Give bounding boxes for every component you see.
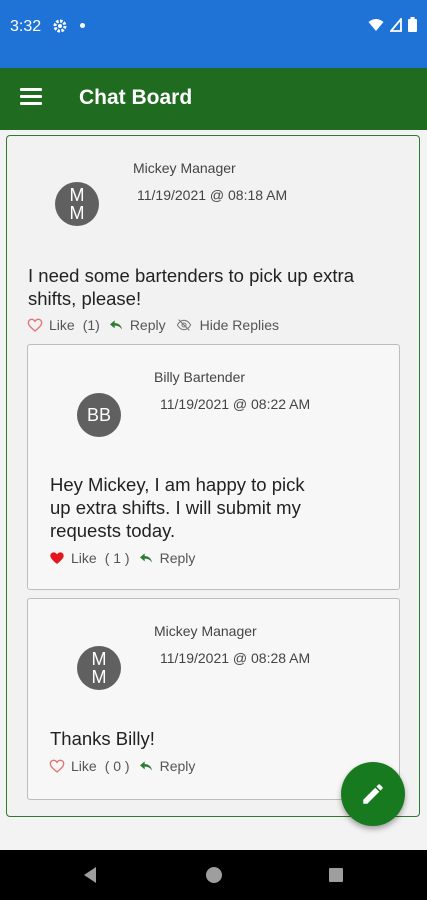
recents-square-icon bbox=[329, 868, 343, 882]
post-card: M M Mickey Manager 11/19/2021 @ 08:18 AM… bbox=[6, 135, 420, 817]
hamburger-menu-icon[interactable] bbox=[20, 88, 42, 106]
recents-button[interactable] bbox=[306, 850, 366, 900]
status-time: 3:32 bbox=[10, 18, 42, 35]
reply-message: Thanks Billy! bbox=[50, 727, 155, 750]
reply-actions: Like ( 1 ) Reply bbox=[49, 550, 195, 566]
like-button[interactable]: Like bbox=[71, 758, 97, 774]
heart-filled-icon[interactable] bbox=[49, 550, 65, 566]
back-button[interactable] bbox=[60, 850, 120, 900]
app-bar: Chat Board bbox=[0, 68, 427, 130]
reply-button[interactable]: Reply bbox=[160, 758, 196, 774]
status-bar: 3:32 bbox=[0, 0, 427, 68]
avatar-initial: M bbox=[91, 649, 107, 669]
post-author: Mickey Manager bbox=[133, 160, 236, 176]
avatar-initial: M bbox=[69, 185, 85, 205]
reply-message: Hey Mickey, I am happy to pick up extra … bbox=[50, 473, 305, 542]
like-count: ( 0 ) bbox=[104, 758, 130, 774]
post-timestamp: 11/19/2021 @ 08:18 AM bbox=[137, 187, 288, 203]
reply-button[interactable]: Reply bbox=[160, 550, 196, 566]
reply-arrow-icon[interactable] bbox=[138, 550, 154, 566]
like-button[interactable]: Like bbox=[49, 317, 75, 333]
reply-card: BB Billy Bartender 11/19/2021 @ 08:22 AM… bbox=[27, 344, 400, 590]
like-count: ( 1 ) bbox=[104, 550, 130, 566]
home-button[interactable] bbox=[184, 850, 244, 900]
reply-message-line: up extra shifts. I will submit my bbox=[50, 497, 301, 518]
wifi-icon bbox=[368, 18, 384, 31]
avatar-initial: BB bbox=[86, 405, 111, 425]
home-circle-icon bbox=[206, 867, 222, 883]
heart-outline-icon[interactable] bbox=[27, 317, 43, 333]
post-message-line: shifts, please! bbox=[28, 288, 142, 309]
heart-outline-icon[interactable] bbox=[49, 758, 65, 774]
reply-button[interactable]: Reply bbox=[130, 317, 166, 333]
avatar: M M bbox=[77, 646, 121, 690]
reply-arrow-icon[interactable] bbox=[108, 317, 124, 333]
reply-message-line: Hey Mickey, I am happy to pick bbox=[50, 474, 305, 495]
avatar: M M bbox=[55, 182, 99, 226]
like-button[interactable]: Like bbox=[71, 550, 97, 566]
reply-arrow-icon[interactable] bbox=[138, 758, 154, 774]
like-count: (1) bbox=[82, 317, 100, 333]
compose-fab-button[interactable] bbox=[341, 762, 405, 826]
post-message-line: I need some bartenders to pick up extra bbox=[28, 265, 354, 286]
reply-card: M M Mickey Manager 11/19/2021 @ 08:28 AM… bbox=[27, 598, 400, 800]
reply-message-line: Thanks Billy! bbox=[50, 728, 155, 749]
post-message: I need some bartenders to pick up extra … bbox=[28, 264, 354, 310]
eye-off-icon[interactable] bbox=[174, 317, 194, 333]
reply-message-line: requests today. bbox=[50, 520, 176, 541]
reply-timestamp: 11/19/2021 @ 08:22 AM bbox=[160, 396, 311, 412]
page-title: Chat Board bbox=[79, 86, 193, 109]
back-triangle-icon bbox=[84, 867, 96, 883]
reply-actions: Like ( 0 ) Reply bbox=[49, 758, 195, 774]
hide-replies-button[interactable]: Hide Replies bbox=[200, 317, 279, 333]
battery-icon bbox=[408, 17, 417, 32]
chat-list[interactable]: M M Mickey Manager 11/19/2021 @ 08:18 AM… bbox=[0, 130, 427, 820]
avatar-initial: M bbox=[69, 203, 85, 223]
reply-author: Mickey Manager bbox=[154, 623, 257, 639]
signal-icon bbox=[390, 17, 402, 32]
avatar: BB bbox=[77, 393, 121, 437]
settings-gear-icon bbox=[53, 19, 67, 33]
status-icons bbox=[368, 17, 417, 32]
notification-dot-icon bbox=[80, 23, 85, 28]
reply-author: Billy Bartender bbox=[154, 369, 246, 385]
avatar-initial: M bbox=[91, 667, 107, 687]
pencil-icon bbox=[363, 784, 383, 804]
reply-timestamp: 11/19/2021 @ 08:28 AM bbox=[160, 650, 311, 666]
post-actions: Like (1) Reply Hide Replies bbox=[27, 317, 279, 333]
system-nav-bar bbox=[0, 850, 427, 900]
